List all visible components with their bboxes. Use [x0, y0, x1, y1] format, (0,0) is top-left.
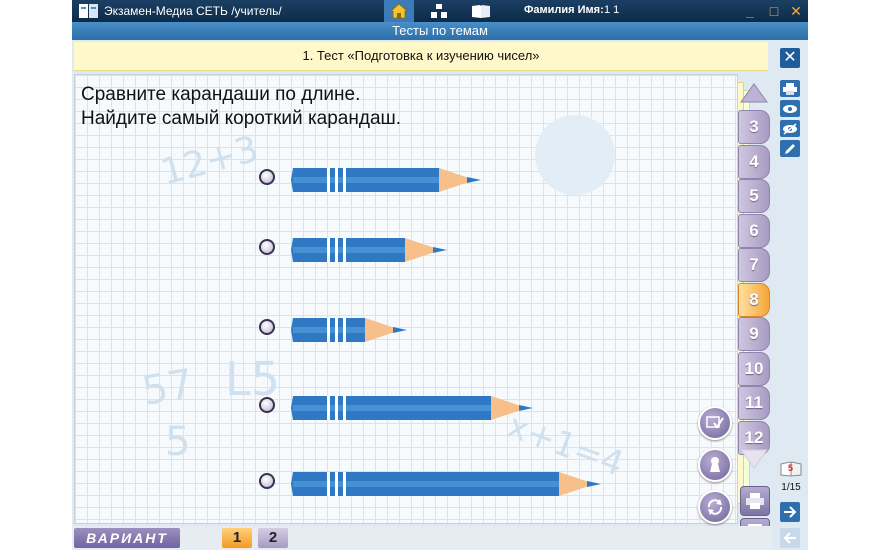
scroll-up-icon[interactable] — [740, 82, 768, 104]
user-value: 1 1 — [604, 4, 620, 16]
print-button[interactable] — [740, 486, 770, 516]
home-button[interactable] — [384, 0, 414, 22]
app-title: Экзамен-Медиа СЕТЬ /учитель/ — [104, 4, 282, 18]
close-window-button[interactable]: ✕ — [786, 1, 806, 21]
blocks-icon — [431, 4, 447, 18]
eye-off-icon — [783, 122, 797, 135]
close-icon: ✕ — [783, 49, 797, 66]
hint-button[interactable] — [698, 448, 732, 482]
refresh-icon — [707, 499, 723, 515]
hide-answer-button[interactable] — [780, 120, 800, 137]
structure-button[interactable] — [424, 0, 454, 22]
show-answer-button[interactable] — [780, 100, 800, 117]
printer-icon — [783, 82, 797, 95]
book-icon — [472, 5, 490, 18]
close-test-button[interactable]: ✕ — [780, 48, 800, 68]
tab-question-3[interactable]: 3 — [738, 110, 770, 144]
background-doodles-icon: 12+3 57 L5 5 x+1=4 — [139, 115, 629, 485]
previous-button[interactable] — [780, 528, 800, 548]
pencil-image — [291, 238, 447, 262]
maximize-button[interactable]: □ — [764, 1, 784, 21]
minimize-button[interactable]: _ — [740, 1, 760, 21]
edit-button[interactable] — [780, 140, 800, 157]
tab-question-8[interactable]: 8 — [738, 282, 770, 317]
pencil-image — [291, 168, 481, 192]
pencil-icon — [785, 143, 795, 154]
book-button[interactable] — [466, 0, 496, 22]
variant-label: ВАРИАНТ — [74, 528, 180, 548]
pencil-image — [291, 318, 407, 342]
check-answer-button[interactable] — [698, 406, 732, 440]
home-icon — [390, 3, 408, 19]
next-button[interactable] — [780, 502, 800, 522]
tab-question-5[interactable]: 5 — [738, 179, 770, 213]
checkmark-icon — [706, 416, 724, 429]
eye-icon — [783, 104, 797, 113]
print-tool-button[interactable] — [780, 80, 800, 97]
tab-question-11[interactable]: 11 — [738, 386, 770, 420]
worksheet: 12+3 57 L5 5 x+1=4 Сравните карандаши по… — [74, 74, 738, 524]
svg-text:5: 5 — [165, 419, 190, 465]
arrow-right-icon — [784, 506, 797, 518]
test-title: 1. Тест «Подготовка к изучению чисел» — [74, 42, 768, 71]
page-counter: 1/15 — [781, 482, 801, 493]
answer-radio[interactable] — [259, 473, 275, 489]
section-title: Тесты по темам — [72, 22, 808, 40]
tab-question-7[interactable]: 7 — [738, 248, 770, 282]
question-tabs: 3 4 5 6 7 8 9 10 11 12 — [738, 76, 772, 548]
answer-radio[interactable] — [259, 169, 275, 185]
answer-radio[interactable] — [259, 239, 275, 255]
user-label: Фамилия Имя: — [524, 4, 604, 16]
app-logo-icon — [79, 4, 98, 18]
right-toolbar: ✕ 5 1/15 — [772, 40, 808, 550]
tab-question-6[interactable]: 6 — [738, 213, 770, 248]
svg-text:5: 5 — [788, 463, 793, 473]
question-line-1: Сравните карандаши по длине. — [81, 84, 361, 105]
svg-text:57: 57 — [139, 361, 197, 415]
pencil-image — [291, 472, 601, 496]
tab-question-10[interactable]: 10 — [738, 351, 770, 386]
bottom-bar: ВАРИАНТ 1 2 — [72, 526, 772, 550]
question-text: Сравните карандаши по длине. Найдите сам… — [81, 83, 401, 131]
scroll-down-icon[interactable] — [740, 448, 768, 470]
variant-2-button[interactable]: 2 — [258, 528, 288, 548]
keyhole-icon — [710, 457, 720, 472]
reset-button[interactable] — [698, 490, 732, 524]
tab-question-9[interactable]: 9 — [738, 317, 770, 351]
tab-question-4[interactable]: 4 — [738, 144, 770, 179]
answer-radio[interactable] — [259, 397, 275, 413]
journal-icon[interactable]: 5 — [780, 460, 802, 478]
app-window: Экзамен-Медиа СЕТЬ /учитель/ Фамилия Имя… — [72, 0, 808, 550]
printer-icon — [746, 493, 764, 509]
answer-radio[interactable] — [259, 319, 275, 335]
question-line-2: Найдите самый короткий карандаш. — [81, 108, 402, 129]
variant-1-button[interactable]: 1 — [222, 528, 252, 548]
pencil-image — [291, 396, 533, 420]
svg-text:12+3: 12+3 — [157, 128, 263, 193]
arrow-left-icon — [783, 532, 796, 544]
title-bar: Экзамен-Медиа СЕТЬ /учитель/ Фамилия Имя… — [72, 0, 808, 22]
